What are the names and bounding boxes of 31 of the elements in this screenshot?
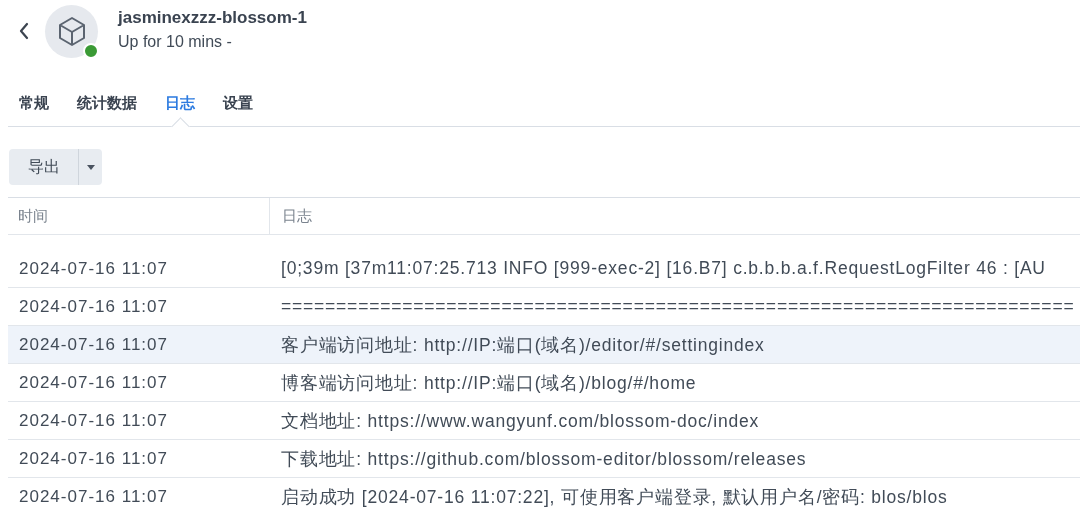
column-header[interactable]: 时间 xyxy=(8,198,270,234)
tab[interactable]: 统计数据 xyxy=(65,86,153,126)
tab[interactable]: 设置 xyxy=(211,86,269,126)
uptime-text: Up for 10 mins - xyxy=(118,32,233,51)
time-cell-text: 2024-07-16 11:07 xyxy=(18,372,169,393)
log-cell-text: 博客端访问地址: http://IP:端口(域名)/blog/#/home xyxy=(281,371,697,395)
table-row[interactable]: 2024-07-16 11:07 下载地址: https://github.com/blossom-editor/blossom/releases xyxy=(8,440,1080,478)
caret-icon xyxy=(86,164,95,170)
back-icon[interactable] xyxy=(18,22,30,40)
column-header[interactable]: 日志 xyxy=(270,198,312,234)
table-row[interactable]: 2024-07-16 11:07 文档地址: https://www.wangyunf.com/blossom-doc/index xyxy=(8,402,1080,440)
container-title: jasminexzzz-blossom-1 xyxy=(118,7,307,28)
log-cell: [0;39m [37m11:07:25.713 INFO [999-exec-2] [16.B7] c.b.b.b.a.f.RequestLogFilter 46 : [AU xyxy=(281,258,1046,279)
time-cell-text: 2024-07-16 11:07 xyxy=(18,410,169,431)
dropdown-button[interactable] xyxy=(78,149,102,185)
time-cell-text: 2024-07-16 11:07 xyxy=(18,258,169,279)
time-cell-text: 2024-07-16 11:07 xyxy=(18,296,169,317)
time-cell-text: 2024-07-16 11:07 xyxy=(18,486,169,507)
log-cell-text: 客户端访问地址: http://IP:端口(域名)/editor/#/settingindex xyxy=(281,333,765,357)
log-cell-text: 下载地址: https://github.com/blossom-editor/blossom/releases xyxy=(281,447,807,471)
log-cell-text: 启动成功 [2024-07-16 11:07:22], 可使用客户端登录, 默认用户名/密码: blos/blos xyxy=(281,485,948,509)
table-row[interactable]: 2024-07-16 11:07 博客端访问地址: http://IP:端口(域名)/blog/#/home xyxy=(8,364,1080,402)
log-cell-text: 文档地址: https://www.wangyunf.com/blossom-doc/index xyxy=(281,409,760,433)
table-row[interactable]: 2024-07-16 11:07 启动成功 [2024-07-16 11:07:22], 可使用客户端登录, 默认用户名/密码: blos/blos xyxy=(8,478,1080,514)
time-cell-text: 2024-07-16 11:07 xyxy=(18,448,169,469)
export-button[interactable]: 导出 xyxy=(9,149,78,185)
tab[interactable]: 常规 xyxy=(8,86,65,126)
time-cell-text: 2024-07-16 11:07 xyxy=(18,334,169,355)
table-row[interactable]: 2024-07-16 11:07 [0;39m [37m11:07:25.713 INFO [999-exec-2] [16.B7] c.b.b.b.a.f.RequestLogFilter 46 : [AU xyxy=(8,250,1080,288)
table-row[interactable]: 2024-07-16 11:07 客户端访问地址: http://IP:端口(域名)/editor/#/settingindex xyxy=(8,326,1080,364)
log-cell: ======================================================================== xyxy=(281,296,1075,317)
